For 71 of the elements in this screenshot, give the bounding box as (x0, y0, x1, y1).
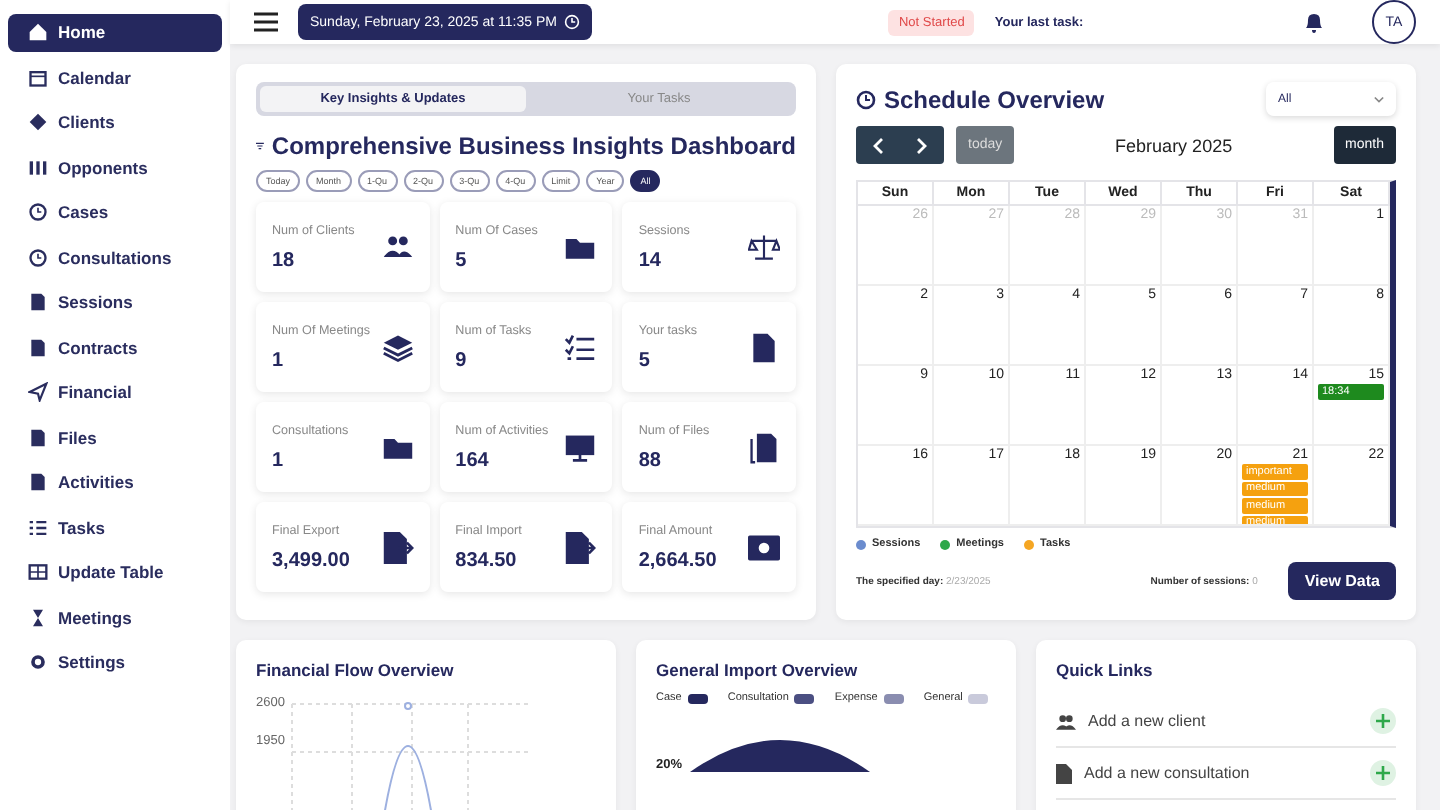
stat-value: 164 (455, 449, 491, 471)
sidebar-item[interactable]: Sessions (8, 284, 222, 321)
sidebar-item[interactable]: Activities (8, 464, 222, 501)
stat-value: 18 (272, 249, 297, 271)
document-icon (28, 337, 48, 358)
sidebar-item[interactable]: Opponents (8, 149, 222, 186)
stat-value: 834.50 (455, 549, 519, 571)
diamond-icon (28, 112, 48, 133)
sidebar-item[interactable]: Settings (8, 644, 222, 681)
sidebar-item[interactable]: Calendar (8, 59, 222, 96)
bell-icon[interactable] (1304, 11, 1324, 33)
sidebar-item[interactable]: Tasks (8, 509, 222, 546)
menu-icon[interactable] (254, 12, 278, 32)
sidebar-item[interactable]: Cases (8, 194, 222, 231)
quick-link[interactable]: Add a new consultation (1084, 764, 1358, 782)
sidebar-item[interactable]: Update Table (8, 554, 222, 591)
sidebar-item[interactable]: Meetings (8, 599, 222, 636)
stat-value: 5 (455, 249, 469, 271)
scale-icon (747, 231, 780, 263)
month-label: February 2025 (1113, 135, 1235, 155)
stat-value: 3,499.00 (272, 549, 350, 571)
hourglass-icon (28, 607, 48, 628)
stat-value: 1 (272, 349, 286, 371)
document-icon (747, 331, 780, 363)
bars-icon (28, 157, 48, 178)
sidebar-item[interactable]: Consultations (8, 239, 222, 276)
home-icon (28, 22, 48, 43)
send-icon (28, 382, 48, 403)
document-arrow-icon (564, 531, 597, 563)
stat-value: 14 (638, 249, 663, 271)
clock-icon (28, 247, 48, 268)
card-title: Financial Flow Overview (256, 660, 456, 680)
list-icon (28, 517, 48, 538)
sidebar-item[interactable]: Financial (8, 374, 222, 411)
checklist-icon (564, 331, 597, 363)
plus-icon (1376, 766, 1390, 780)
schedule-title: Schedule Overview (884, 85, 1105, 113)
people-icon (381, 231, 414, 263)
dashboard-title: Comprehensive Business Insights Dashboard (271, 132, 796, 160)
document-icon (28, 292, 48, 313)
clock-icon (564, 14, 581, 30)
view-data-button[interactable]: View Data (1288, 562, 1396, 600)
sidebar-item[interactable]: Clients (8, 104, 222, 141)
monitor-icon (564, 431, 597, 463)
card-title: Quick Links (1056, 660, 1155, 680)
filter-icon[interactable] (256, 138, 264, 154)
document-icon (28, 427, 48, 448)
card-title: General Import Overview (656, 660, 860, 680)
add-button[interactable] (1370, 708, 1396, 734)
add-button[interactable] (1370, 760, 1396, 786)
sidebar-item[interactable]: Contracts (8, 329, 222, 366)
quick-link[interactable]: Add a new client (1088, 712, 1358, 730)
stat-value: 2,664.50 (638, 549, 717, 571)
calendar-icon (28, 67, 48, 88)
chevron-right-icon (916, 137, 928, 153)
sidebar-item[interactable]: Files (8, 419, 222, 456)
grid-icon (28, 562, 48, 583)
sidebar-item[interactable]: Home (8, 14, 222, 51)
stat-value: 88 (638, 449, 663, 471)
files-icon (747, 431, 780, 463)
stat-value: 9 (455, 349, 469, 371)
clock-icon (856, 89, 876, 109)
stat-value: 1 (272, 449, 286, 471)
stack-icon (381, 331, 414, 363)
plus-icon (1376, 714, 1390, 728)
document-icon (1056, 763, 1072, 783)
stat-value: 5 (638, 349, 652, 371)
chevron-left-icon (872, 137, 884, 153)
people-icon (1056, 713, 1076, 729)
document-arrow-icon (381, 531, 414, 563)
chevron-down-icon (1374, 95, 1384, 103)
